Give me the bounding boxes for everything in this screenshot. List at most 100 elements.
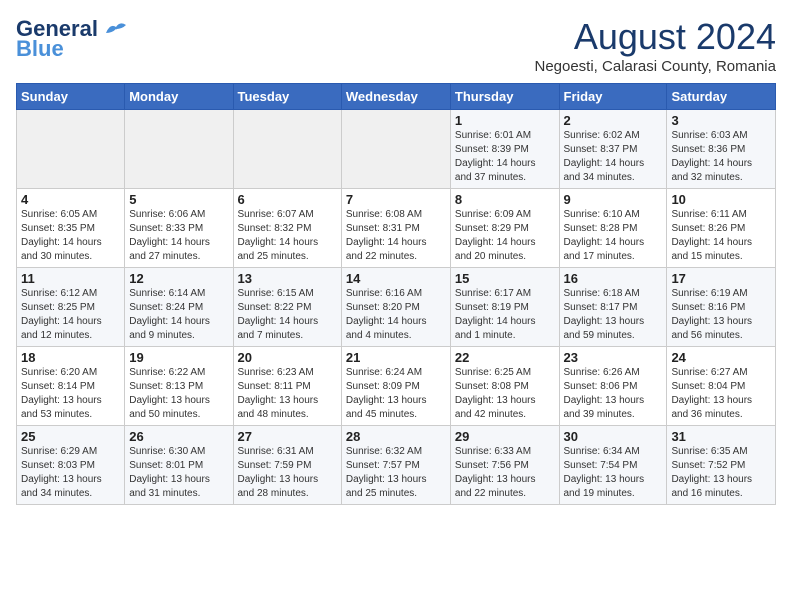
col-wednesday: Wednesday [341,84,450,110]
day-number: 25 [21,429,120,444]
day-number: 9 [564,192,663,207]
col-tuesday: Tuesday [233,84,341,110]
calendar-cell: 26Sunrise: 6:30 AM Sunset: 8:01 PM Dayli… [125,426,233,505]
day-number: 1 [455,113,555,128]
day-info: Sunrise: 6:06 AM Sunset: 8:33 PM Dayligh… [129,208,228,264]
day-number: 18 [21,350,120,365]
calendar-cell: 28Sunrise: 6:32 AM Sunset: 7:57 PM Dayli… [341,426,450,505]
day-info: Sunrise: 6:05 AM Sunset: 8:35 PM Dayligh… [21,208,120,264]
calendar-week-row-1: 1Sunrise: 6:01 AM Sunset: 8:39 PM Daylig… [17,110,776,189]
calendar-cell: 25Sunrise: 6:29 AM Sunset: 8:03 PM Dayli… [17,426,125,505]
day-info: Sunrise: 6:32 AM Sunset: 7:57 PM Dayligh… [346,445,446,501]
day-info: Sunrise: 6:03 AM Sunset: 8:36 PM Dayligh… [671,129,771,185]
calendar-cell: 7Sunrise: 6:08 AM Sunset: 8:31 PM Daylig… [341,189,450,268]
calendar-cell: 15Sunrise: 6:17 AM Sunset: 8:19 PM Dayli… [450,268,559,347]
calendar: Sunday Monday Tuesday Wednesday Thursday… [16,83,776,505]
day-number: 8 [455,192,555,207]
calendar-cell: 29Sunrise: 6:33 AM Sunset: 7:56 PM Dayli… [450,426,559,505]
day-info: Sunrise: 6:10 AM Sunset: 8:28 PM Dayligh… [564,208,663,264]
day-info: Sunrise: 6:11 AM Sunset: 8:26 PM Dayligh… [671,208,771,264]
calendar-cell: 17Sunrise: 6:19 AM Sunset: 8:16 PM Dayli… [667,268,776,347]
day-number: 14 [346,271,446,286]
calendar-cell: 12Sunrise: 6:14 AM Sunset: 8:24 PM Dayli… [125,268,233,347]
page-header: General Blue August 2024 Negoesti, Calar… [16,16,776,75]
calendar-week-row-5: 25Sunrise: 6:29 AM Sunset: 8:03 PM Dayli… [17,426,776,505]
day-number: 22 [455,350,555,365]
day-number: 23 [564,350,663,365]
calendar-cell: 6Sunrise: 6:07 AM Sunset: 8:32 PM Daylig… [233,189,341,268]
calendar-cell: 18Sunrise: 6:20 AM Sunset: 8:14 PM Dayli… [17,347,125,426]
day-number: 11 [21,271,120,286]
calendar-cell: 14Sunrise: 6:16 AM Sunset: 8:20 PM Dayli… [341,268,450,347]
day-info: Sunrise: 6:34 AM Sunset: 7:54 PM Dayligh… [564,445,663,501]
calendar-cell: 2Sunrise: 6:02 AM Sunset: 8:37 PM Daylig… [559,110,667,189]
logo-blue-text: Blue [16,36,64,62]
day-number: 5 [129,192,228,207]
day-number: 3 [671,113,771,128]
day-number: 29 [455,429,555,444]
col-monday: Monday [125,84,233,110]
calendar-week-row-3: 11Sunrise: 6:12 AM Sunset: 8:25 PM Dayli… [17,268,776,347]
logo-bird-icon [102,19,130,39]
calendar-cell [17,110,125,189]
day-info: Sunrise: 6:29 AM Sunset: 8:03 PM Dayligh… [21,445,120,501]
col-saturday: Saturday [667,84,776,110]
calendar-cell: 21Sunrise: 6:24 AM Sunset: 8:09 PM Dayli… [341,347,450,426]
day-info: Sunrise: 6:22 AM Sunset: 8:13 PM Dayligh… [129,366,228,422]
calendar-cell: 10Sunrise: 6:11 AM Sunset: 8:26 PM Dayli… [667,189,776,268]
day-number: 21 [346,350,446,365]
calendar-week-row-4: 18Sunrise: 6:20 AM Sunset: 8:14 PM Dayli… [17,347,776,426]
title-block: August 2024 Negoesti, Calarasi County, R… [534,16,776,75]
day-number: 31 [671,429,771,444]
day-number: 19 [129,350,228,365]
day-info: Sunrise: 6:18 AM Sunset: 8:17 PM Dayligh… [564,287,663,343]
day-number: 7 [346,192,446,207]
calendar-cell: 1Sunrise: 6:01 AM Sunset: 8:39 PM Daylig… [450,110,559,189]
day-number: 30 [564,429,663,444]
calendar-cell: 5Sunrise: 6:06 AM Sunset: 8:33 PM Daylig… [125,189,233,268]
col-friday: Friday [559,84,667,110]
day-info: Sunrise: 6:24 AM Sunset: 8:09 PM Dayligh… [346,366,446,422]
day-number: 16 [564,271,663,286]
calendar-cell: 4Sunrise: 6:05 AM Sunset: 8:35 PM Daylig… [17,189,125,268]
day-number: 13 [238,271,337,286]
location: Negoesti, Calarasi County, Romania [534,58,776,75]
calendar-header-row: Sunday Monday Tuesday Wednesday Thursday… [17,84,776,110]
day-info: Sunrise: 6:35 AM Sunset: 7:52 PM Dayligh… [671,445,771,501]
month-year: August 2024 [534,16,776,58]
day-info: Sunrise: 6:31 AM Sunset: 7:59 PM Dayligh… [238,445,337,501]
day-info: Sunrise: 6:30 AM Sunset: 8:01 PM Dayligh… [129,445,228,501]
calendar-week-row-2: 4Sunrise: 6:05 AM Sunset: 8:35 PM Daylig… [17,189,776,268]
day-number: 26 [129,429,228,444]
day-info: Sunrise: 6:15 AM Sunset: 8:22 PM Dayligh… [238,287,337,343]
day-info: Sunrise: 6:12 AM Sunset: 8:25 PM Dayligh… [21,287,120,343]
day-number: 27 [238,429,337,444]
day-info: Sunrise: 6:09 AM Sunset: 8:29 PM Dayligh… [455,208,555,264]
day-info: Sunrise: 6:07 AM Sunset: 8:32 PM Dayligh… [238,208,337,264]
day-number: 20 [238,350,337,365]
day-info: Sunrise: 6:16 AM Sunset: 8:20 PM Dayligh… [346,287,446,343]
col-sunday: Sunday [17,84,125,110]
day-number: 2 [564,113,663,128]
calendar-cell [125,110,233,189]
calendar-cell: 16Sunrise: 6:18 AM Sunset: 8:17 PM Dayli… [559,268,667,347]
day-number: 28 [346,429,446,444]
day-number: 17 [671,271,771,286]
day-info: Sunrise: 6:14 AM Sunset: 8:24 PM Dayligh… [129,287,228,343]
day-info: Sunrise: 6:33 AM Sunset: 7:56 PM Dayligh… [455,445,555,501]
calendar-cell: 20Sunrise: 6:23 AM Sunset: 8:11 PM Dayli… [233,347,341,426]
calendar-cell: 9Sunrise: 6:10 AM Sunset: 8:28 PM Daylig… [559,189,667,268]
day-info: Sunrise: 6:02 AM Sunset: 8:37 PM Dayligh… [564,129,663,185]
calendar-cell: 31Sunrise: 6:35 AM Sunset: 7:52 PM Dayli… [667,426,776,505]
day-number: 15 [455,271,555,286]
calendar-cell: 3Sunrise: 6:03 AM Sunset: 8:36 PM Daylig… [667,110,776,189]
calendar-cell: 22Sunrise: 6:25 AM Sunset: 8:08 PM Dayli… [450,347,559,426]
day-info: Sunrise: 6:01 AM Sunset: 8:39 PM Dayligh… [455,129,555,185]
day-info: Sunrise: 6:08 AM Sunset: 8:31 PM Dayligh… [346,208,446,264]
logo: General Blue [16,16,130,62]
calendar-cell: 27Sunrise: 6:31 AM Sunset: 7:59 PM Dayli… [233,426,341,505]
calendar-cell: 30Sunrise: 6:34 AM Sunset: 7:54 PM Dayli… [559,426,667,505]
day-info: Sunrise: 6:27 AM Sunset: 8:04 PM Dayligh… [671,366,771,422]
calendar-cell: 23Sunrise: 6:26 AM Sunset: 8:06 PM Dayli… [559,347,667,426]
calendar-cell: 19Sunrise: 6:22 AM Sunset: 8:13 PM Dayli… [125,347,233,426]
